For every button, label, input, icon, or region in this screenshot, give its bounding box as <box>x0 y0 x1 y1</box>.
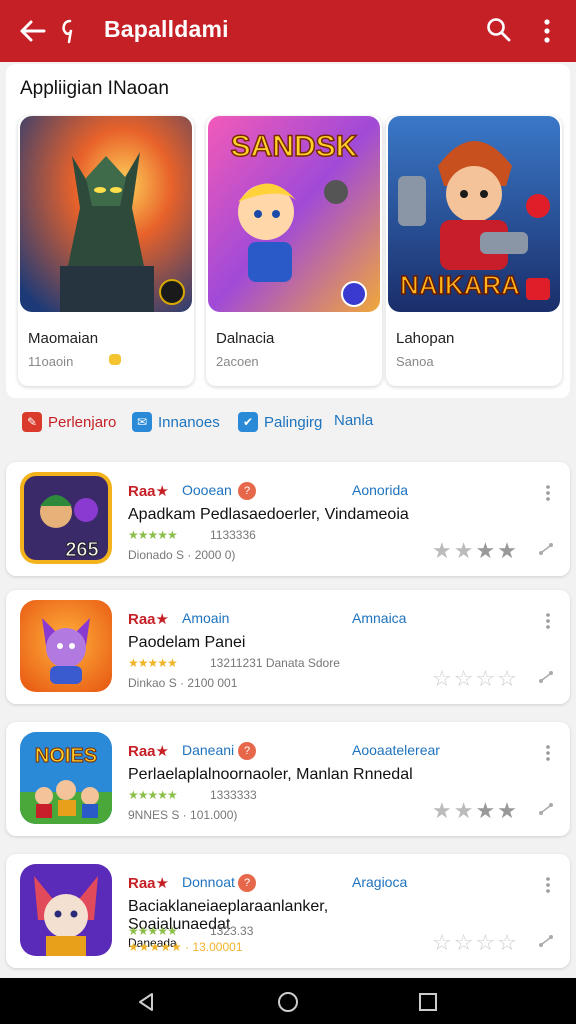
featured-card-art <box>20 116 192 312</box>
app-brand: Raa★ <box>128 875 169 892</box>
app-icon: 265 <box>20 472 112 564</box>
rating-stars[interactable]: ★★★★ <box>432 538 519 564</box>
row-more-icon[interactable] <box>544 876 552 894</box>
app-icon <box>20 600 112 692</box>
row-more-icon[interactable] <box>544 612 552 630</box>
app-list-item[interactable]: Raa★ Donnoat ? Aragioca Baciaklaneiaepla… <box>6 854 570 968</box>
rating-stars[interactable]: ☆☆☆☆ <box>432 930 519 956</box>
app-icon: NOIES <box>20 732 112 824</box>
badge-icon: ? <box>238 482 256 500</box>
app-developer[interactable]: Oooean <box>182 482 232 498</box>
featured-card-name: Dalnacia <box>216 330 275 347</box>
nav-back-icon[interactable] <box>134 990 158 1014</box>
nav-recents-icon[interactable] <box>416 990 440 1014</box>
featured-card-name: Lahopan <box>396 330 455 347</box>
mini-stars: ★★★★★ <box>128 528 178 542</box>
logo-icon <box>62 19 73 44</box>
share-icon[interactable] <box>538 802 554 816</box>
app-brand: Raa★ <box>128 743 169 760</box>
app-title: Bapalldami <box>104 16 229 42</box>
mini-stars: ★★★★★ <box>128 656 178 670</box>
app-meta: 1133336 <box>210 528 256 542</box>
featured-card-sub: 11oaoin <box>28 354 74 369</box>
app-meta: 1323.33 <box>210 924 254 938</box>
search-icon[interactable] <box>486 17 512 43</box>
app-category[interactable]: Aragioca <box>352 874 407 890</box>
mini-stars: ★★★★★ <box>128 788 178 802</box>
app-category[interactable]: Aooaatelerear <box>352 742 440 758</box>
app-meta-secondary: ★★★★★ · 13.00001 <box>128 940 243 954</box>
app-category[interactable]: Amnaica <box>352 610 406 626</box>
featured-section: Appliigian INaoan Maomaian 11oaoin SANDS… <box>6 64 570 398</box>
app-brand: Raa★ <box>128 611 169 628</box>
app-bar: Bapalldami <box>0 0 576 62</box>
app-icon-text: NOIES <box>35 745 97 767</box>
emoji-hand-icon <box>109 354 121 365</box>
app-developer[interactable]: Daneani <box>182 742 234 758</box>
more-vert-icon[interactable] <box>538 16 556 46</box>
tab-label: Palingirg <box>264 413 323 431</box>
featured-card[interactable]: Maomaian 11oaoin <box>18 116 194 386</box>
app-description: Paodelam Panei <box>128 634 246 651</box>
tab-perlenjaro[interactable]: ✎ Perlenjaro <box>22 412 116 432</box>
tab-icon: ✎ <box>22 412 42 432</box>
featured-art-title: NAIKARA <box>400 270 520 300</box>
tab-label: Nanla <box>334 412 374 429</box>
rating-stars[interactable]: ★★★★ <box>432 798 519 824</box>
badge-icon: ? <box>238 874 256 892</box>
row-more-icon[interactable] <box>544 744 552 762</box>
tab-innanoes[interactable]: ✉ Innanoes <box>132 412 220 432</box>
app-description: Apadkam Pedlasaedoerler, Vindameoia <box>128 506 409 523</box>
badge-icon: ? <box>238 742 256 760</box>
app-icon-text: 265 <box>65 539 98 561</box>
rating-stars[interactable]: ☆☆☆☆ <box>432 666 519 692</box>
app-list-item[interactable]: 265 Raa★ Oooean ? Aonorida Apadkam Pedla… <box>6 462 570 576</box>
tab-icon: ✔ <box>238 412 258 432</box>
share-icon[interactable] <box>538 542 554 556</box>
mini-stars: ★★★★★ <box>128 924 178 938</box>
featured-card-name: Maomaian <box>28 330 99 347</box>
tab-icon: ✉ <box>132 412 152 432</box>
row-more-icon[interactable] <box>544 484 552 502</box>
app-developer[interactable]: Donnoat <box>182 874 235 890</box>
app-list-item[interactable]: NOIES Raa★ Daneani ? Aooaatelerear Perla… <box>6 722 570 836</box>
app-category[interactable]: Aonorida <box>352 482 408 498</box>
share-icon[interactable] <box>538 670 554 684</box>
featured-card-sub: 2acoen <box>216 354 259 369</box>
featured-card-sub: Sanoa <box>396 354 434 369</box>
app-meta-secondary: Dionado S · 2000 0) <box>128 548 236 562</box>
app-brand: Raa★ <box>128 483 169 500</box>
tab-nanla[interactable]: Nanla <box>334 412 373 429</box>
app-description: Perlaelaplalnoornaoler, Manlan Rnnedal <box>128 766 413 783</box>
app-developer[interactable]: Amoain <box>182 610 229 626</box>
featured-card-art: SANDSK <box>208 116 380 312</box>
app-list-item[interactable]: Raa★ Amoain Amnaica Paodelam Panei ★★★★★… <box>6 590 570 704</box>
section-heading: Appliigian INaoan <box>20 78 169 99</box>
tab-label: Perlenjaro <box>48 413 117 431</box>
app-meta: 1333333 <box>210 788 257 802</box>
nav-home-icon[interactable] <box>276 990 300 1014</box>
app-meta: 13211231 Danata Sdore <box>210 656 340 670</box>
tab-label: Innanoes <box>158 413 220 431</box>
tab-palingirg[interactable]: ✔ Palingirg <box>238 412 322 432</box>
system-nav-bar <box>0 978 576 1024</box>
featured-card[interactable]: SANDSK Dalnacia 2acoen <box>206 116 382 386</box>
share-icon[interactable] <box>538 934 554 948</box>
featured-art-title: SANDSK <box>231 130 358 163</box>
app-meta-secondary: Dinkao S · 2100 001 <box>128 676 238 690</box>
featured-card[interactable]: NAIKARA Lahopan Sanoa <box>386 116 562 386</box>
app-icon <box>20 864 112 956</box>
app-meta-secondary: 9NNES S · 101.000) <box>128 808 238 822</box>
featured-card-art: NAIKARA <box>388 116 560 312</box>
back-arrow-icon[interactable] <box>16 16 48 46</box>
